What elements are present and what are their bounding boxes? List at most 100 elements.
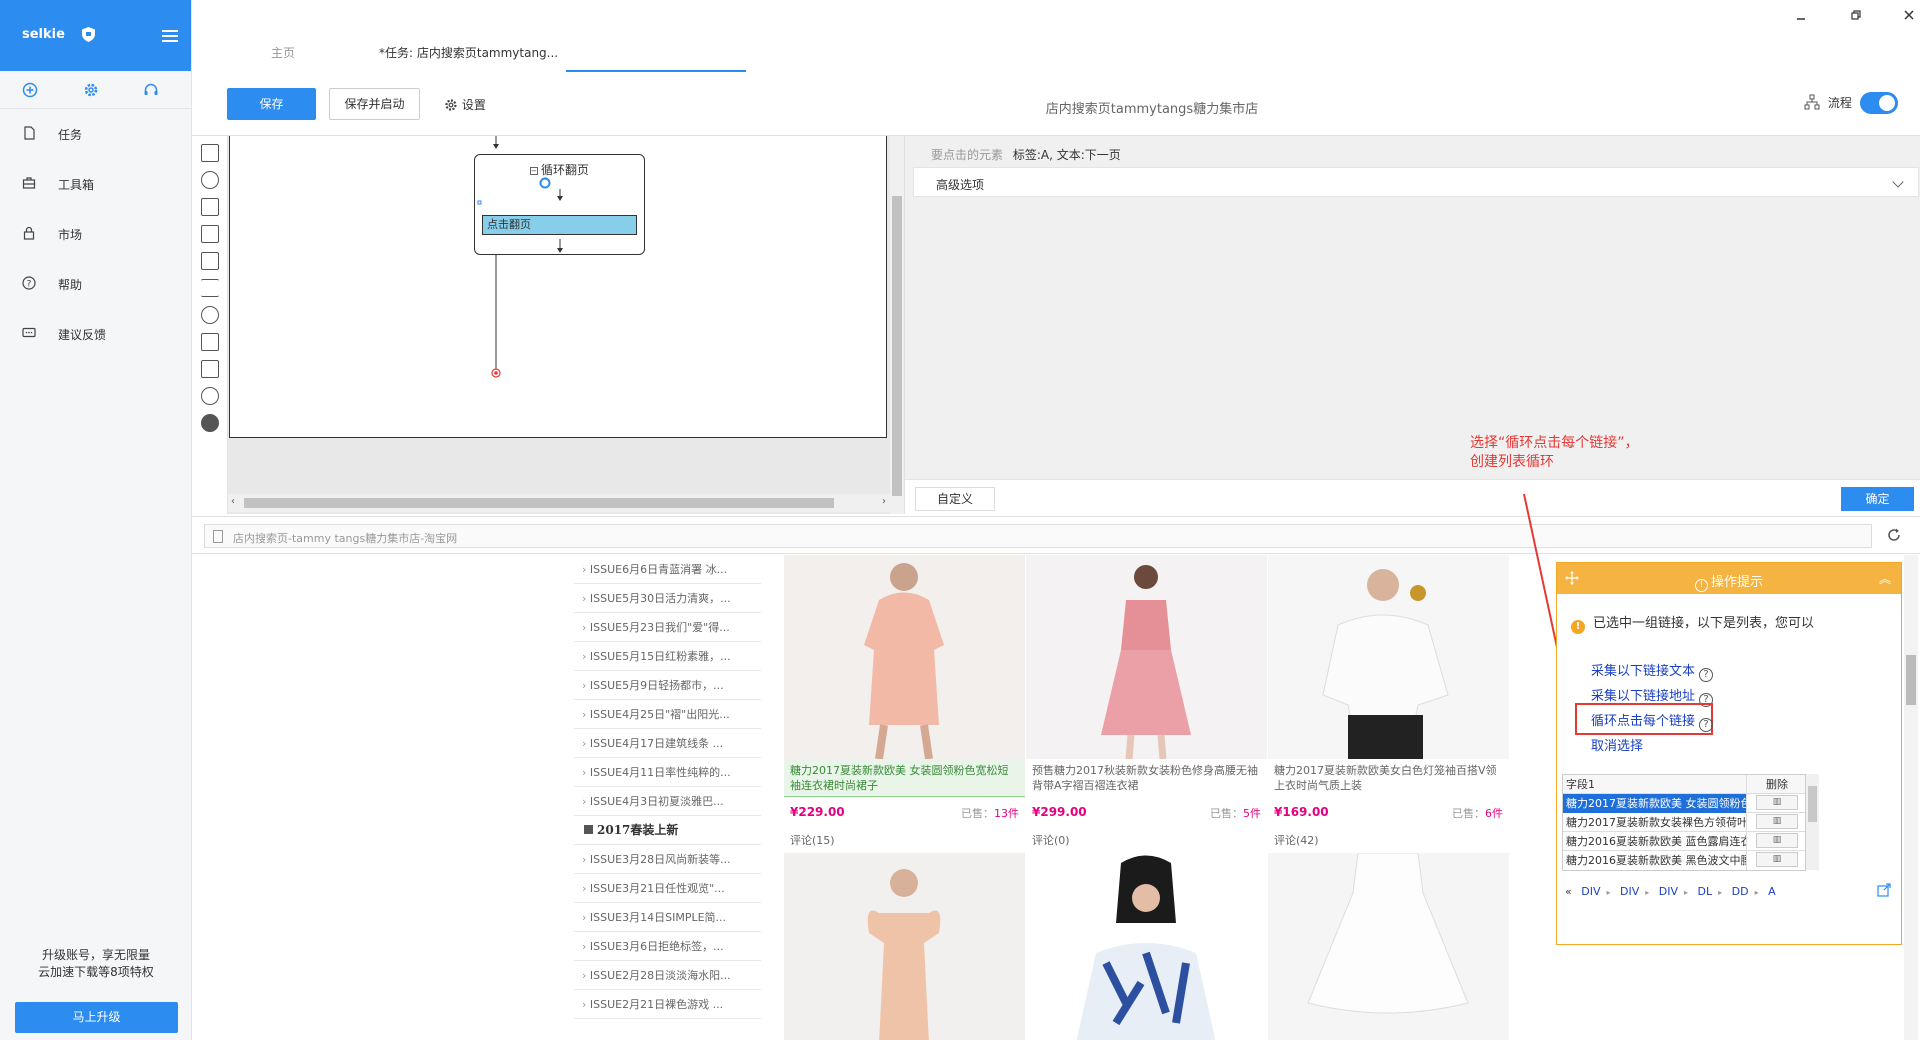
scrollbar-thumb[interactable] (892, 196, 902, 496)
scrollbar-thumb[interactable] (244, 498, 834, 508)
external-link-icon[interactable] (1877, 883, 1891, 897)
stop-tool-icon[interactable] (201, 414, 219, 432)
product-image[interactable] (1026, 555, 1267, 759)
list-item[interactable]: › ISSUE2月21日裸色游戏 ... (574, 990, 761, 1019)
cancel-selection-option[interactable]: 取消选择 (1591, 735, 1643, 754)
tips-header[interactable]: ! 操作提示 ︽ (1557, 563, 1901, 594)
table-cell[interactable]: 糖力2016夏装新款欧美 黑色波文中腰... (1563, 851, 1747, 870)
restore-icon[interactable] (1849, 8, 1863, 22)
collapse-up-icon[interactable]: ︽ (1879, 570, 1891, 587)
webpage-vertical-scrollbar[interactable] (1904, 555, 1918, 1040)
loop-tool-icon[interactable] (201, 306, 219, 324)
delete-row-button[interactable]: ▥ (1756, 795, 1798, 810)
product-image[interactable] (1268, 853, 1509, 1040)
sidebar-item-tasks[interactable]: 任务 (0, 109, 191, 159)
collapse-icon[interactable]: − (529, 167, 538, 175)
table-cell[interactable]: 糖力2017夏装新款女装裸色方领荷叶... (1563, 813, 1747, 832)
product-title[interactable]: 糖力2017夏装新款欧美女白色灯笼袖百搭V领上衣时尚气质上装 (1268, 759, 1509, 797)
switch-dropdown-tool-icon[interactable] (201, 279, 219, 297)
list-item[interactable]: › ISSUE4月25日"褶"出阳光... (574, 700, 761, 729)
table-row[interactable]: 糖力2017夏装新款女装裸色方领荷叶... ▥ (1563, 813, 1805, 832)
minimize-icon[interactable] (1794, 8, 1808, 22)
path-node[interactable]: DIV (1659, 885, 1678, 898)
hamburger-menu-icon[interactable] (162, 30, 178, 42)
delete-row-button[interactable]: ▥ (1756, 814, 1798, 829)
save-and-start-button[interactable]: 保存并启动 (329, 88, 420, 120)
product-card[interactable]: 预售糖力2017秋装新款女装粉色修身高腰无袖背带A字褶百褶连衣裙 ¥299.00… (1026, 555, 1267, 848)
list-item[interactable]: › ISSUE3月28日风尚新装等... (574, 845, 761, 874)
canvas-horizontal-scrollbar[interactable]: ‹ › (228, 494, 890, 512)
url-input[interactable]: 店内搜索页-tammy tangs糖力集市店-淘宝网 (204, 524, 1872, 548)
gear-icon[interactable] (83, 82, 99, 98)
scrollbar-thumb[interactable] (1808, 786, 1817, 822)
list-item[interactable]: › ISSUE2月28日淡淡海水阳... (574, 961, 761, 990)
list-item[interactable]: › ISSUE5月30日活力清爽，... (574, 584, 761, 613)
category-heading[interactable]: 2017春装上新 (574, 816, 761, 845)
delete-row-button[interactable]: ▥ (1756, 833, 1798, 848)
scroll-right-icon[interactable]: › (882, 496, 886, 507)
sidebar-item-feedback[interactable]: 建议反馈 (0, 309, 191, 359)
product-image[interactable] (784, 853, 1025, 1040)
path-node[interactable]: DD (1732, 885, 1749, 898)
add-circle-icon[interactable] (22, 82, 38, 98)
path-node[interactable]: DIV (1620, 885, 1639, 898)
product-title[interactable]: 糖力2017夏装新款欧美 女装圆领粉色宽松短袖连衣裙时尚裙子 (784, 759, 1025, 797)
settings-button[interactable]: 设置 (444, 96, 486, 114)
table-row[interactable]: 糖力2016夏装新款欧美 蓝色露肩连衣... ▥ (1563, 832, 1805, 851)
list-item[interactable]: › ISSUE6月6日青蓝消署 冰... (574, 555, 761, 584)
loop-click-each-link-option[interactable]: 循环点击每个链接? (1591, 710, 1714, 732)
table-cell[interactable]: 糖力2017夏装新款欧美 女装圆领粉色... (1563, 794, 1747, 813)
chevron-down-icon[interactable] (1892, 176, 1904, 188)
extract-data-tool-icon[interactable] (201, 198, 219, 216)
table-row[interactable]: 糖力2017夏装新款欧美 女装圆领粉色... ▥ (1563, 794, 1805, 813)
tab-home[interactable]: 主页 (271, 44, 295, 61)
product-card[interactable] (1026, 853, 1267, 1040)
list-item[interactable]: › ISSUE5月9日轻扬都市，... (574, 671, 761, 700)
list-item[interactable]: › ISSUE4月11日率性纯粹的... (574, 758, 761, 787)
product-card[interactable] (1268, 853, 1509, 1040)
close-icon[interactable] (1902, 8, 1916, 22)
path-node[interactable]: DL (1698, 885, 1713, 898)
table-cell[interactable]: 糖力2016夏装新款欧美 蓝色露肩连衣... (1563, 832, 1747, 851)
product-reviews[interactable]: 评论(42) (1274, 832, 1319, 848)
click-element-tool-icon[interactable] (201, 171, 219, 189)
table-scrollbar[interactable] (1806, 774, 1819, 870)
scrollbar-thumb[interactable] (1906, 655, 1916, 705)
workflow-canvas[interactable]: − 循环翻页 点击翻页 (229, 136, 887, 438)
extract-link-text-option[interactable]: 采集以下链接文本? (1591, 660, 1714, 682)
save-button[interactable]: 保存 (227, 88, 316, 120)
sidebar-item-toolbox[interactable]: 工具箱 (0, 159, 191, 209)
loop-pagination-step[interactable]: − 循环翻页 点击翻页 (474, 154, 645, 255)
advanced-options-panel[interactable]: 高级选项 (913, 167, 1919, 197)
path-node[interactable]: A (1768, 885, 1776, 898)
scroll-left-icon[interactable]: ‹ (231, 496, 235, 507)
list-item[interactable]: › ISSUE3月6日拒绝标签，... (574, 932, 761, 961)
ok-button[interactable]: 确定 (1841, 487, 1914, 511)
sidebar-item-market[interactable]: 市场 (0, 209, 191, 259)
list-item[interactable]: › ISSUE5月15日红粉素雅，... (574, 642, 761, 671)
mouse-hover-tool-icon[interactable] (201, 360, 219, 378)
list-item[interactable]: › ISSUE4月3日初夏淡雅巴... (574, 787, 761, 816)
path-back-icon[interactable]: « (1565, 885, 1572, 898)
product-card[interactable]: 糖力2017夏装新款欧美 女装圆领粉色宽松短袖连衣裙时尚裙子 ¥229.00 已… (784, 555, 1025, 848)
product-image[interactable] (784, 555, 1025, 759)
open-page-tool-icon[interactable] (201, 144, 219, 162)
product-image[interactable] (1026, 853, 1267, 1040)
input-text-tool-icon[interactable] (201, 225, 219, 243)
product-card[interactable] (784, 853, 1025, 1040)
product-image[interactable] (1268, 555, 1509, 759)
list-item[interactable]: › ISSUE3月21日任性观览"... (574, 874, 761, 903)
product-reviews[interactable]: 评论(0) (1032, 832, 1070, 848)
list-item[interactable]: › ISSUE5月23日我们"爱"得... (574, 613, 761, 642)
recognize-captcha-tool-icon[interactable] (201, 252, 219, 270)
tab-task[interactable]: *任务: 店内搜索页tammytang... (379, 44, 558, 61)
loop-until-tool-icon[interactable] (201, 387, 219, 405)
headset-icon[interactable] (143, 82, 159, 98)
list-item[interactable]: › ISSUE4月17日建筑线条 ... (574, 729, 761, 758)
product-card[interactable]: 糖力2017夏装新款欧美女白色灯笼袖百搭V领上衣时尚气质上装 ¥169.00 已… (1268, 555, 1509, 848)
table-row[interactable]: 糖力2016夏装新款欧美 黑色波文中腰... ▥ (1563, 851, 1805, 870)
sidebar-item-help[interactable]: ? 帮助 (0, 259, 191, 309)
flow-toggle-switch[interactable] (1860, 92, 1898, 114)
product-reviews[interactable]: 评论(15) (790, 832, 835, 848)
upgrade-button[interactable]: 马上升级 (15, 1002, 178, 1033)
